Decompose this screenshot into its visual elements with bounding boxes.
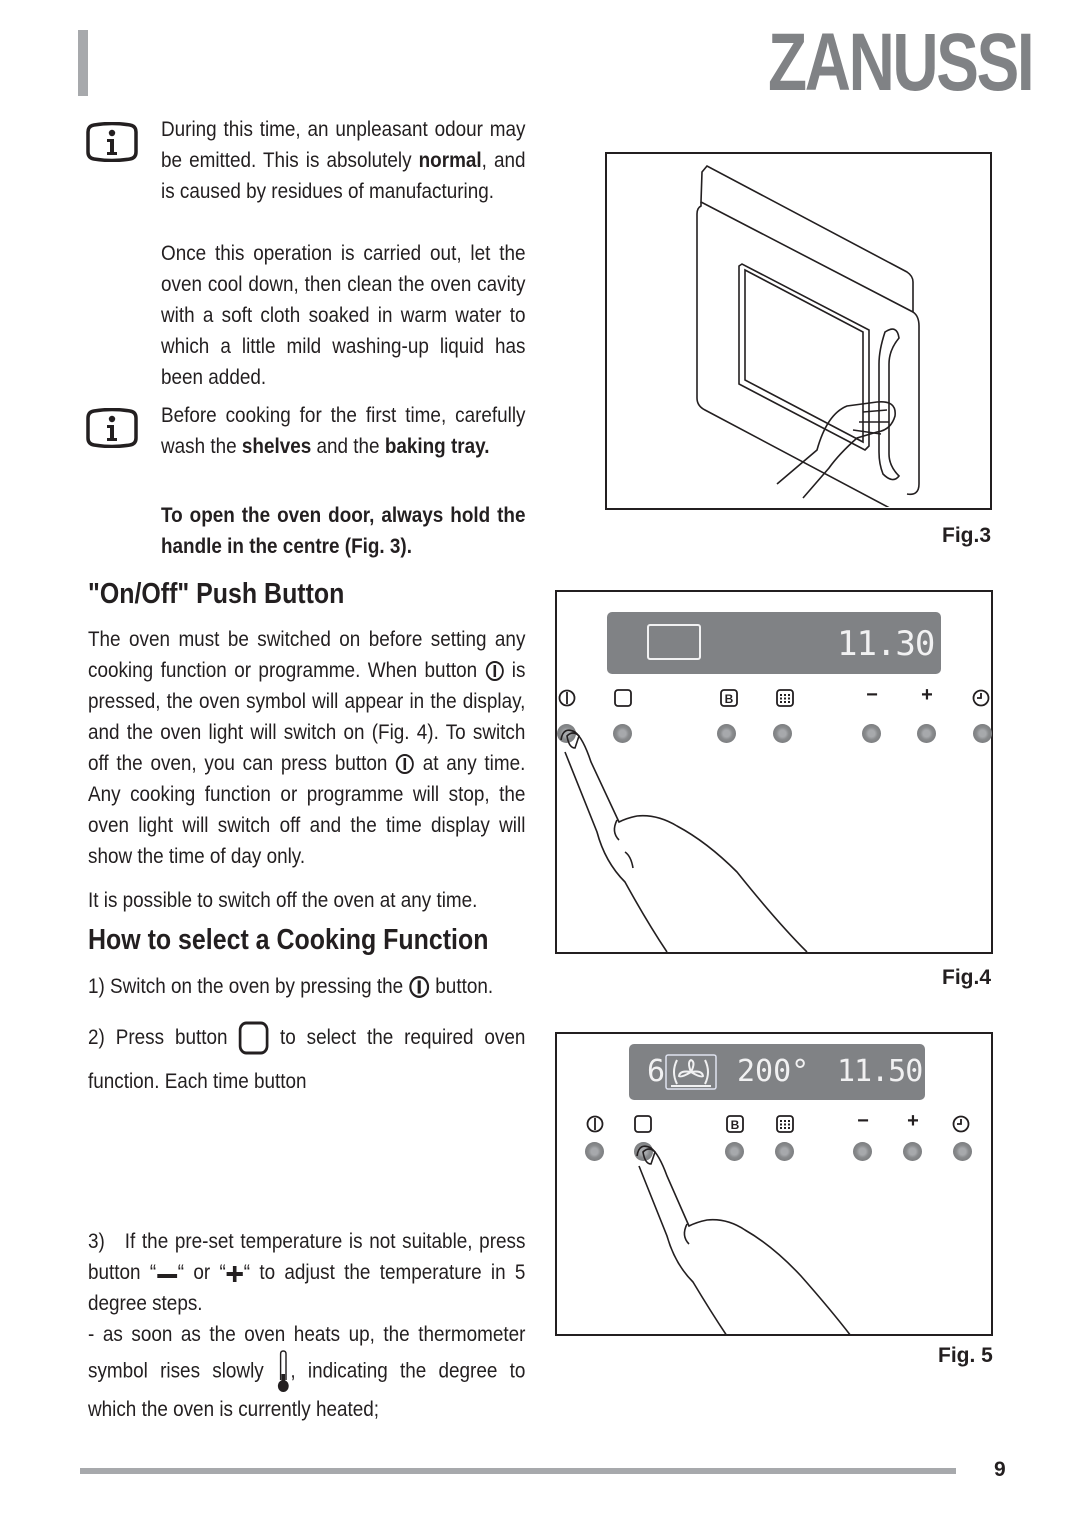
step-2: 2) Press button to select the required o… <box>88 1016 525 1104</box>
heading-onoff: "On/Off" Push Button <box>88 578 345 610</box>
heading-cooking-function: How to select a Cooking Function <box>88 924 489 956</box>
minus-icon: − <box>866 684 878 706</box>
pointing-hand-illustration <box>636 1145 852 1336</box>
plus-button[interactable] <box>903 1142 922 1161</box>
body-text: 2) Press button <box>88 1026 239 1049</box>
booster-icon: B <box>726 1115 744 1133</box>
power-icon <box>558 689 576 707</box>
power-icon <box>586 1115 604 1133</box>
note-clean: Once this operation is carried out, let … <box>161 242 526 389</box>
oven-display: 11.30 <box>607 612 941 674</box>
step-3: 3) If the pre-set temperature is not sui… <box>88 1226 525 1425</box>
footer-rule <box>80 1468 956 1474</box>
svg-text:B: B <box>731 1118 740 1132</box>
note-text: and the <box>311 435 385 458</box>
square-button-icon <box>614 689 632 707</box>
pointing-hand-illustration <box>560 729 808 952</box>
clock-button[interactable] <box>953 1142 972 1161</box>
note-wash: Before cooking for the first time, caref… <box>161 400 526 462</box>
programme-grid-icon <box>776 689 794 707</box>
onoff-note: It is possible to switch off the oven at… <box>88 889 478 912</box>
on-off-button[interactable] <box>585 1142 604 1161</box>
svg-text:B: B <box>725 692 734 706</box>
plus-icon: + <box>921 684 933 706</box>
display-time: 11.50 <box>837 1054 923 1089</box>
display-temperature: 200° <box>737 1054 810 1089</box>
figure-4-control-panel: 11.30 B − + <box>555 590 993 954</box>
display-time: 11.30 <box>837 624 935 664</box>
note-door: To open the oven door, always hold the h… <box>161 504 526 558</box>
figure-3-oven-door <box>605 152 992 515</box>
display-function-number: 6 <box>647 1054 666 1089</box>
plus-button[interactable] <box>917 724 936 743</box>
power-icon <box>485 661 504 682</box>
figure-5-label: Fig. 5 <box>938 1344 993 1367</box>
body-text: 1) Switch on the oven by pressing the <box>88 975 409 998</box>
clock-button[interactable] <box>973 724 992 743</box>
fan-icon <box>665 1054 717 1090</box>
info-icon <box>86 122 138 162</box>
plus-icon <box>226 1266 243 1283</box>
clock-icon <box>952 1115 970 1133</box>
oven-door-illustration <box>696 164 920 515</box>
oven-symbol-icon <box>647 624 701 660</box>
figure-5-control-panel: 6 200° 11.50 B − + <box>555 1032 993 1336</box>
square-button-icon <box>634 1115 652 1133</box>
minus-icon: − <box>857 1110 869 1132</box>
figure-3-label: Fig.3 <box>942 524 992 547</box>
step-1: 1) Switch on the oven by pressing the bu… <box>88 971 525 1002</box>
brand-logo: ZANUSSI <box>768 17 1035 108</box>
note-bold: normal <box>418 149 482 172</box>
power-icon <box>409 976 430 999</box>
page-number: 9 <box>994 1458 1006 1481</box>
booster-icon: B <box>720 689 738 707</box>
thermometer-icon <box>277 1350 289 1392</box>
body-text: “ or “ <box>177 1261 226 1284</box>
onoff-description: The oven must be switched on before sett… <box>88 624 525 872</box>
side-accent-bar <box>78 30 88 96</box>
power-icon <box>396 754 415 775</box>
square-button-icon <box>238 1021 269 1055</box>
minus-icon <box>157 1274 177 1279</box>
body-text: button. <box>430 975 494 998</box>
clock-icon <box>972 689 990 707</box>
body-text: The oven must be switched on before sett… <box>88 628 526 682</box>
plus-icon: + <box>907 1110 919 1132</box>
note-bold: baking tray. <box>384 435 490 458</box>
figure-4-label: Fig.4 <box>942 966 992 989</box>
minus-button[interactable] <box>862 724 881 743</box>
note-odour: During this time, an unpleasant odour ma… <box>161 114 526 207</box>
info-icon <box>86 408 138 448</box>
programme-grid-icon <box>776 1115 794 1133</box>
oven-display: 6 200° 11.50 <box>629 1044 925 1100</box>
note-bold: shelves <box>241 435 312 458</box>
